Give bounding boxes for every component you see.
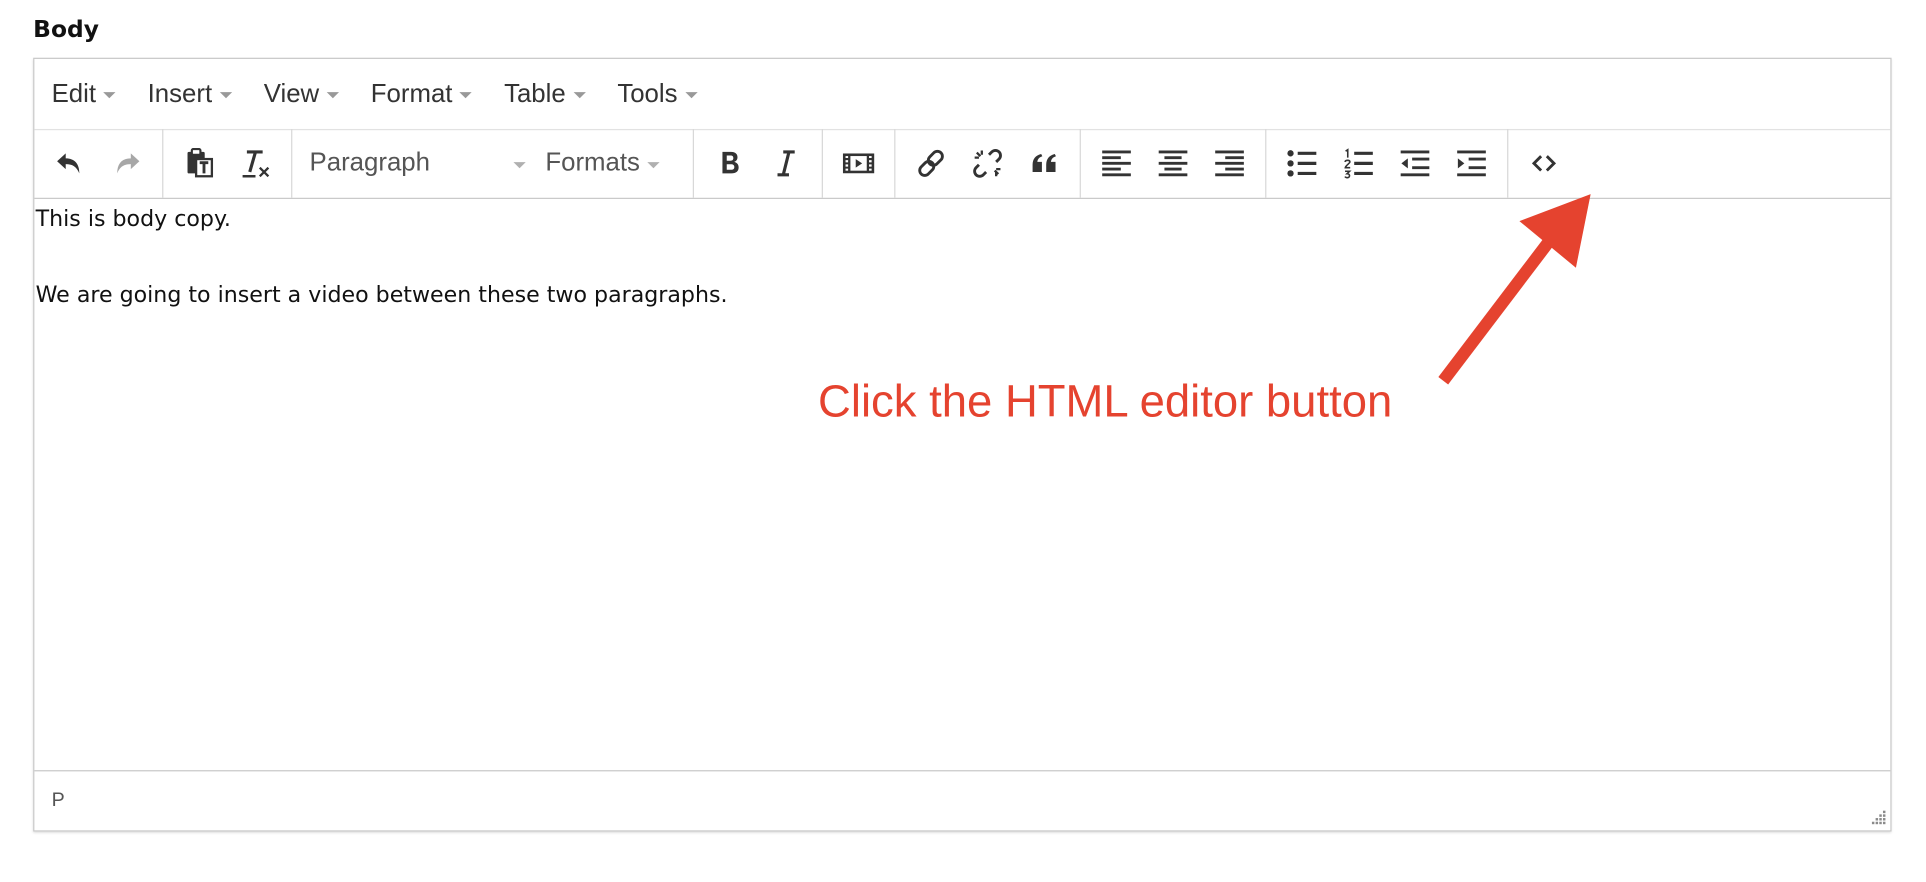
align-right-icon	[1215, 150, 1244, 177]
align-left-button[interactable]	[1088, 136, 1145, 190]
bullet-list-icon	[1287, 150, 1317, 177]
block-format-value: Paragraph	[309, 148, 431, 177]
paragraph[interactable]: This is body copy.	[36, 206, 231, 232]
indent-button[interactable]	[1443, 136, 1500, 190]
menu-tools-label: Tools	[617, 79, 678, 108]
insert-media-button[interactable]	[830, 136, 887, 190]
menu-format[interactable]: Format	[370, 79, 473, 108]
toolbar: Paragraph Formats	[34, 128, 1891, 199]
menu-format-label: Format	[370, 79, 453, 108]
menu-table-label: Table	[504, 79, 566, 108]
menu-insert-label: Insert	[147, 79, 213, 108]
block-format-select[interactable]: Paragraph	[300, 136, 536, 190]
align-right-button[interactable]	[1201, 136, 1258, 190]
link-icon	[918, 149, 944, 177]
outdent-icon	[1400, 150, 1430, 177]
caret-down-icon	[513, 161, 526, 168]
caret-down-icon	[573, 92, 586, 99]
bold-button[interactable]	[701, 136, 758, 190]
align-center-button[interactable]	[1145, 136, 1202, 190]
caret-down-icon	[459, 92, 473, 99]
caret-down-icon	[684, 92, 698, 99]
outdent-button[interactable]	[1387, 136, 1444, 190]
bold-icon	[722, 151, 739, 174]
formats-label: Formats	[545, 148, 640, 177]
blockquote-button[interactable]	[1016, 136, 1073, 190]
undo-icon	[57, 153, 80, 174]
indent-icon	[1457, 150, 1486, 177]
alignment-group	[1081, 128, 1267, 198]
caret-down-icon	[103, 92, 116, 99]
statusbar: P	[34, 770, 1891, 830]
menubar: Edit Insert View Format Table Tools	[34, 59, 1891, 131]
field-label: Body	[33, 15, 99, 43]
code-icon	[1531, 155, 1557, 172]
text-style-group	[694, 128, 823, 198]
menu-tools[interactable]: Tools	[617, 79, 698, 108]
menu-insert[interactable]: Insert	[148, 79, 232, 108]
align-left-icon	[1102, 150, 1131, 177]
blockquote-icon	[1032, 154, 1056, 172]
italic-icon	[777, 150, 795, 177]
annotation-arrow-icon	[1438, 194, 1591, 385]
redo-button[interactable]	[98, 136, 155, 190]
insert-link-button[interactable]	[903, 136, 960, 190]
formats-select[interactable]: Formats	[536, 136, 686, 190]
resize-handle-icon[interactable]	[1867, 807, 1887, 827]
html-source-code-button[interactable]	[1516, 136, 1573, 190]
align-center-icon	[1158, 150, 1188, 177]
caret-down-icon	[326, 92, 339, 99]
menu-view[interactable]: View	[264, 79, 339, 108]
italic-button[interactable]	[758, 136, 815, 190]
format-select-group: Paragraph Formats	[292, 128, 694, 198]
editor-content-area[interactable]: This is body copy. We are going to inser…	[34, 199, 1890, 769]
numbered-list-icon	[1344, 148, 1373, 179]
annotation-callout: Click the HTML editor button	[818, 375, 1393, 427]
menu-view-label: View	[263, 79, 320, 108]
menu-edit[interactable]: Edit	[52, 79, 116, 108]
caret-down-icon	[219, 92, 232, 99]
paste-text-icon	[187, 147, 214, 178]
menu-table[interactable]: Table	[504, 79, 586, 108]
media-group	[823, 128, 896, 198]
paragraph[interactable]: We are going to insert a video between t…	[36, 283, 728, 309]
caret-down-icon	[647, 161, 660, 168]
redo-icon	[117, 153, 140, 174]
link-group	[895, 128, 1081, 198]
clipboard-group	[163, 128, 293, 198]
element-path[interactable]: P	[52, 790, 65, 812]
menu-edit-label: Edit	[51, 79, 97, 108]
numbered-list-button[interactable]	[1330, 136, 1387, 190]
undo-button[interactable]	[42, 136, 99, 190]
clear-formatting-button[interactable]	[227, 136, 284, 190]
media-icon	[842, 153, 875, 174]
unlink-icon	[973, 149, 1002, 178]
history-group	[34, 128, 164, 198]
paste-as-text-button[interactable]	[171, 136, 228, 190]
clear-formatting-icon	[242, 150, 270, 178]
remove-link-button[interactable]	[959, 136, 1016, 190]
rich-text-editor: Edit Insert View Format Table Tools Para…	[33, 57, 1892, 832]
bullet-list-button[interactable]	[1274, 136, 1331, 190]
